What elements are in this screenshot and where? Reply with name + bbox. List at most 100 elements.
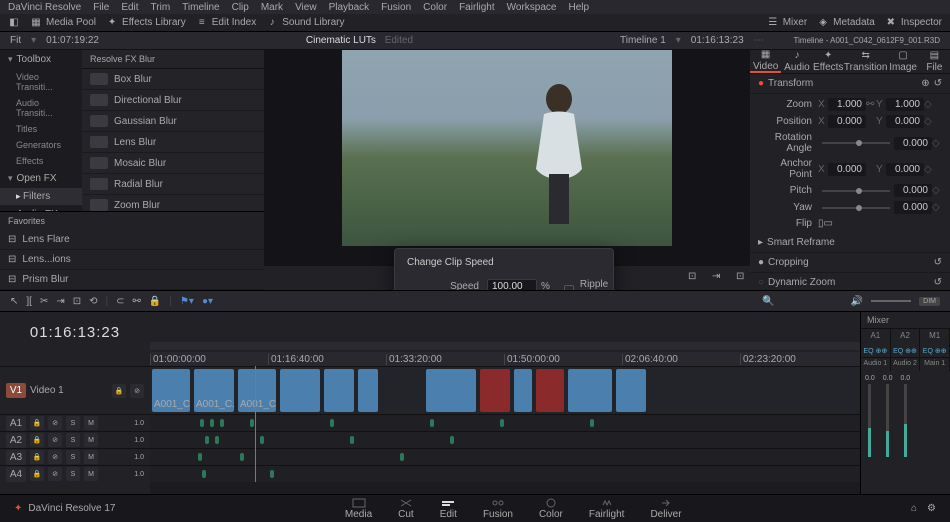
- inspector-tab-effects[interactable]: ✦Effects: [813, 50, 844, 73]
- blade-tool[interactable]: ✂: [40, 296, 48, 307]
- page-deliver[interactable]: Deliver: [650, 498, 681, 520]
- menu-mark[interactable]: Mark: [261, 2, 283, 13]
- inspector-tab-image[interactable]: ▢Image: [887, 50, 918, 73]
- menubar[interactable]: DaVinci Resolve File Edit Trim Timeline …: [0, 0, 950, 14]
- audio-track-4[interactable]: [150, 465, 860, 482]
- openfx-header[interactable]: ▾ Open FX: [0, 169, 82, 188]
- marker-button[interactable]: ●▾: [202, 296, 213, 307]
- edit-index-button[interactable]: ≡Edit Index: [196, 17, 256, 29]
- clip-7[interactable]: [426, 369, 476, 412]
- anchor-x[interactable]: 0.000: [828, 163, 866, 176]
- clip-8[interactable]: [480, 369, 510, 412]
- timeline-ruler[interactable]: 01:00:00:00 01:16:40:00 01:33:20:00 01:5…: [150, 352, 860, 366]
- toolbox-audio-trans[interactable]: Audio Transiti...: [0, 95, 82, 121]
- menu-help[interactable]: Help: [568, 2, 589, 13]
- fx-box-blur[interactable]: Box Blur: [82, 69, 264, 90]
- toolbox-video-trans[interactable]: Video Transiti...: [0, 69, 82, 95]
- collapse-icon[interactable]: ◧: [8, 17, 20, 29]
- menu-davinci[interactable]: DaVinci Resolve: [8, 2, 81, 13]
- volume-slider[interactable]: [871, 300, 911, 302]
- page-color[interactable]: Color: [539, 498, 563, 520]
- page-cut[interactable]: Cut: [398, 498, 414, 520]
- cropping-section[interactable]: ●Cropping↺: [750, 253, 950, 273]
- transform-section[interactable]: ●Transform⊕↺: [750, 74, 950, 94]
- snap-button[interactable]: ⊂: [116, 296, 124, 307]
- toolbox-titles[interactable]: Titles: [0, 121, 82, 137]
- fav-lens-ions[interactable]: ⊟Lens...ions: [0, 250, 264, 270]
- fx-mosaic-blur[interactable]: Mosaic Blur: [82, 153, 264, 174]
- trim-tool[interactable]: ][: [26, 296, 32, 307]
- toolbox-generators[interactable]: Generators: [0, 137, 82, 153]
- fader-a1[interactable]: 0.0: [861, 371, 879, 461]
- pos-x[interactable]: 0.000: [828, 115, 866, 128]
- page-edit[interactable]: Edit: [440, 498, 457, 520]
- menu-edit[interactable]: Edit: [121, 2, 138, 13]
- zoom-x[interactable]: 1.000: [828, 98, 866, 111]
- menu-view[interactable]: View: [295, 2, 317, 13]
- rotation-slider[interactable]: [822, 142, 890, 144]
- inspector-button[interactable]: ✖Inspector: [885, 17, 942, 29]
- flip-v[interactable]: ▭: [824, 218, 833, 229]
- v1-disable[interactable]: ⊘: [130, 384, 144, 398]
- clip-5[interactable]: [324, 369, 354, 412]
- clip-1[interactable]: A001_C042: [152, 369, 190, 412]
- metadata-button[interactable]: ◈Metadata: [817, 17, 875, 29]
- rot-val[interactable]: 0.000: [894, 137, 932, 150]
- toolbox-filters[interactable]: ▸ Filters: [0, 188, 82, 205]
- video-track-1[interactable]: A001_C042 A001_C... A001_C...: [150, 366, 860, 414]
- inspector-tab-video[interactable]: ▦Video: [750, 50, 781, 73]
- speed-input[interactable]: [487, 279, 537, 290]
- yaw-val[interactable]: 0.000: [894, 201, 932, 214]
- selection-tool[interactable]: ↖: [10, 296, 18, 307]
- audio-track-1[interactable]: [150, 414, 860, 431]
- mixer-a2[interactable]: A2: [891, 329, 921, 345]
- lock-button[interactable]: 🔒: [149, 296, 161, 307]
- inspector-tab-file[interactable]: ▤File: [919, 50, 950, 73]
- next-edit-button[interactable]: ⇥: [712, 271, 726, 285]
- page-fusion[interactable]: Fusion: [483, 498, 513, 520]
- effects-library-button[interactable]: ✦Effects Library: [106, 17, 186, 29]
- ripple-checkbox[interactable]: [564, 285, 574, 290]
- pos-y[interactable]: 0.000: [886, 115, 924, 128]
- match-frame-button[interactable]: ⊡: [688, 271, 702, 285]
- menu-playback[interactable]: Playback: [329, 2, 370, 13]
- mixer-button[interactable]: ☰Mixer: [767, 17, 807, 29]
- anchor-y[interactable]: 0.000: [886, 163, 924, 176]
- fx-zoom-blur[interactable]: Zoom Blur: [82, 195, 264, 211]
- clip-10[interactable]: [536, 369, 564, 412]
- clip-3[interactable]: A001_C...: [238, 369, 276, 412]
- pitch-val[interactable]: 0.000: [894, 184, 932, 197]
- toolbox-effects[interactable]: Effects: [0, 153, 82, 169]
- fav-prism-blur[interactable]: ⊟Prism Blur: [0, 270, 264, 290]
- playhead[interactable]: [255, 366, 256, 482]
- clip-4[interactable]: [280, 369, 320, 412]
- clip-9[interactable]: [514, 369, 532, 412]
- sound-library-button[interactable]: ♪Sound Library: [266, 17, 344, 29]
- menu-color[interactable]: Color: [423, 2, 447, 13]
- a4-track-header[interactable]: A4🔒⊘SM1.0: [0, 465, 150, 482]
- menu-trim[interactable]: Trim: [151, 2, 171, 13]
- a2-track-header[interactable]: A2🔒⊘SM1.0: [0, 431, 150, 448]
- viewer[interactable]: [264, 50, 750, 266]
- smart-reframe-section[interactable]: ▸Smart Reframe: [750, 233, 950, 253]
- pitch-slider[interactable]: [822, 190, 890, 192]
- audio-track-2[interactable]: [150, 431, 860, 448]
- yaw-slider[interactable]: [822, 207, 890, 209]
- overwrite-tool[interactable]: ⊡: [73, 296, 81, 307]
- media-pool-button[interactable]: ▦Media Pool: [30, 17, 96, 29]
- video-track-header[interactable]: V1Video 1 🔒 ⊘: [0, 366, 150, 414]
- clip-2[interactable]: A001_C...: [194, 369, 234, 412]
- search-icon[interactable]: 🔍: [762, 296, 774, 307]
- page-media[interactable]: Media: [345, 498, 372, 520]
- home-button[interactable]: ⌂: [911, 503, 917, 514]
- zoom-y[interactable]: 1.000: [886, 98, 924, 111]
- export-button[interactable]: ⊡: [736, 271, 750, 285]
- fit-dropdown[interactable]: Fit: [10, 35, 21, 46]
- fav-lens-flare[interactable]: ⊟Lens Flare: [0, 230, 264, 250]
- menu-fairlight[interactable]: Fairlight: [459, 2, 495, 13]
- mixer-a1[interactable]: A1: [861, 329, 891, 345]
- dynamic-zoom-section[interactable]: ○Dynamic Zoom↺: [750, 273, 950, 290]
- flag-button[interactable]: ⚑▾: [180, 296, 194, 307]
- fader-a2[interactable]: 0.0: [879, 371, 897, 461]
- timeline-dropdown[interactable]: Timeline 1: [620, 35, 666, 46]
